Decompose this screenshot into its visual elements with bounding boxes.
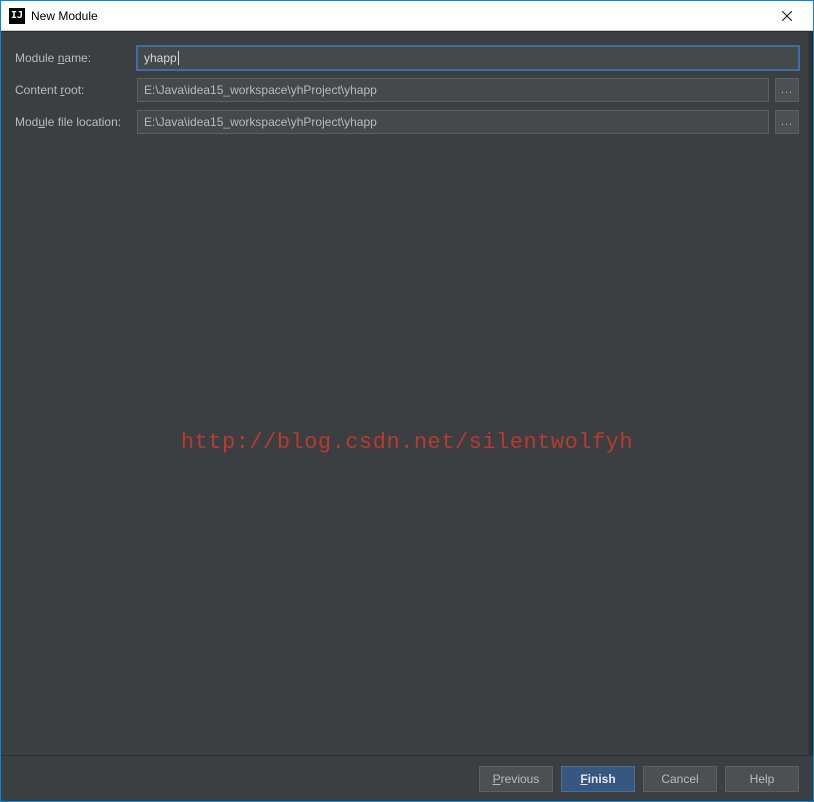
window-title: New Module: [31, 9, 767, 23]
row-module-file-location: Module file location: E:\Java\idea15_wor…: [15, 110, 799, 134]
previous-button[interactable]: Previous: [479, 766, 553, 792]
cancel-button[interactable]: Cancel: [643, 766, 717, 792]
help-button[interactable]: Help: [725, 766, 799, 792]
label-content-root: Content root:: [15, 83, 137, 97]
watermark-text: http://blog.csdn.net/silentwolfyh: [1, 430, 813, 455]
right-edge-shadow: [807, 32, 813, 755]
dialog-footer: Previous Finish Cancel Help: [1, 755, 813, 801]
row-module-name: Module name: yhapp: [15, 46, 799, 70]
module-file-location-browse-button[interactable]: ...: [775, 110, 799, 134]
intellij-icon: IJ: [9, 8, 25, 24]
ellipsis-icon: ...: [781, 116, 793, 128]
titlebar: IJ New Module: [1, 1, 813, 31]
module-file-location-input[interactable]: E:\Java\idea15_workspace\yhProject\yhapp: [137, 110, 769, 134]
module-name-input[interactable]: yhapp: [137, 46, 799, 70]
label-module-file-location: Module file location:: [15, 115, 137, 129]
ellipsis-icon: ...: [781, 84, 793, 96]
close-icon: [782, 11, 792, 21]
content-root-input[interactable]: E:\Java\idea15_workspace\yhProject\yhapp: [137, 78, 769, 102]
finish-button[interactable]: Finish: [561, 766, 635, 792]
text-caret: [178, 51, 179, 65]
form-area: Module name: yhapp Content root: E:\Java…: [1, 32, 813, 134]
new-module-dialog: IJ New Module Module name: yhapp Content…: [0, 0, 814, 802]
dialog-body: Module name: yhapp Content root: E:\Java…: [1, 31, 813, 755]
row-content-root: Content root: E:\Java\idea15_workspace\y…: [15, 78, 799, 102]
label-module-name: Module name:: [15, 51, 137, 65]
content-root-browse-button[interactable]: ...: [775, 78, 799, 102]
close-button[interactable]: [767, 2, 807, 30]
